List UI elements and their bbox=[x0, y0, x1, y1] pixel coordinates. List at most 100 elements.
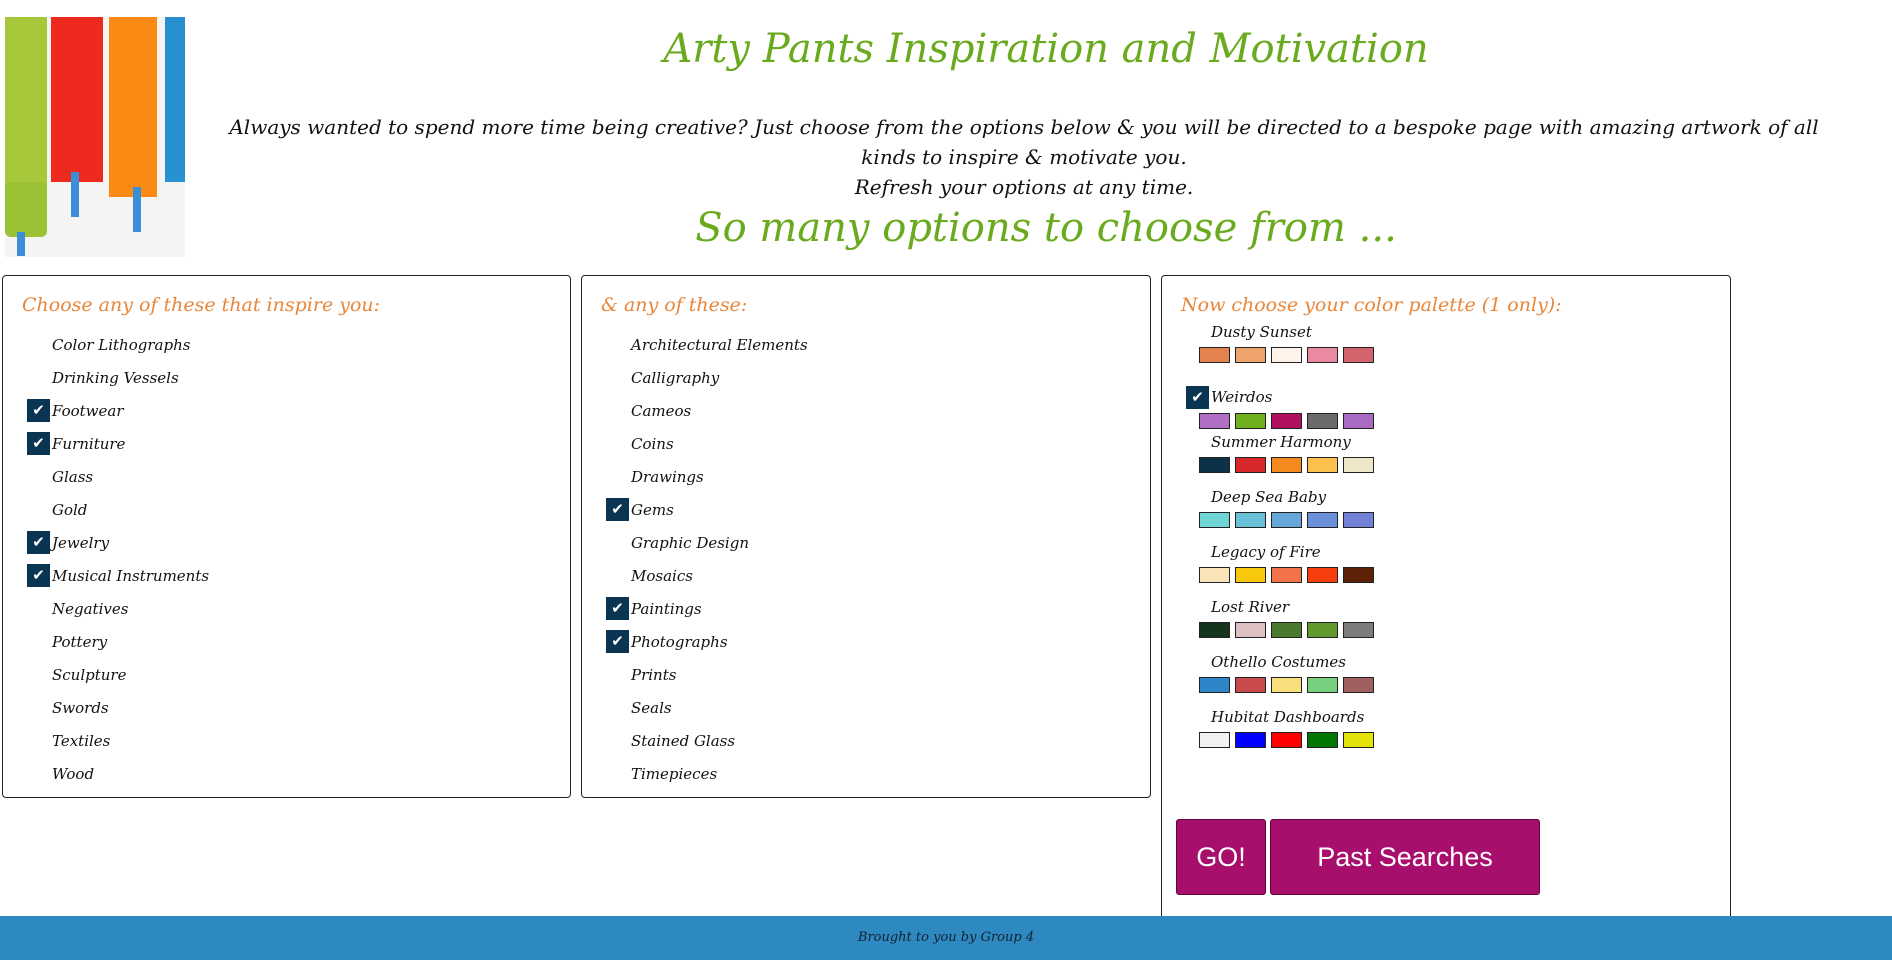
color-swatch bbox=[1199, 457, 1230, 473]
option-cameos[interactable]: Cameos bbox=[582, 399, 882, 423]
checkbox-checked-icon[interactable]: ✔ bbox=[27, 399, 50, 422]
checkbox-checked-icon[interactable]: ✔ bbox=[27, 564, 50, 587]
option-label: Sculpture bbox=[52, 666, 127, 684]
color-swatch bbox=[1307, 567, 1338, 583]
palette-lost-river[interactable]: Lost River bbox=[1162, 598, 1462, 648]
option-label: Swords bbox=[52, 699, 109, 717]
option-paintings[interactable]: ✔ Paintings bbox=[582, 597, 882, 621]
option-label: Textiles bbox=[52, 732, 111, 750]
option-stained-glass[interactable]: Stained Glass bbox=[582, 729, 882, 753]
color-swatch bbox=[1271, 512, 1302, 528]
option-prints[interactable]: Prints bbox=[582, 663, 882, 687]
option-gems[interactable]: ✔ Gems bbox=[582, 498, 882, 522]
option-label: Paintings bbox=[631, 600, 702, 618]
categories-panel-1: Choose any of these that inspire you: Co… bbox=[2, 275, 571, 798]
palette-name: Dusty Sunset bbox=[1211, 323, 1312, 341]
option-furniture[interactable]: ✔ Furniture bbox=[3, 432, 303, 456]
footer: Brought to you by Group 4 bbox=[0, 916, 1892, 960]
option-drinking-vessels[interactable]: Drinking Vessels bbox=[3, 366, 303, 390]
palette-name: Lost River bbox=[1211, 598, 1290, 616]
option-timepieces[interactable]: Timepieces bbox=[582, 762, 882, 786]
option-label: Photographs bbox=[631, 633, 728, 651]
checkbox-checked-icon[interactable]: ✔ bbox=[27, 531, 50, 554]
color-swatch bbox=[1199, 567, 1230, 583]
option-drawings[interactable]: Drawings bbox=[582, 465, 882, 489]
palette-name: Summer Harmony bbox=[1211, 433, 1351, 451]
palette-checkbox-checked-icon[interactable]: ✔ bbox=[1186, 386, 1209, 409]
paint-rollers-illustration bbox=[5, 17, 185, 257]
option-label: Architectural Elements bbox=[631, 336, 808, 354]
color-swatch bbox=[1271, 622, 1302, 638]
checkbox-checked-icon[interactable]: ✔ bbox=[606, 630, 629, 653]
option-color-lithographs[interactable]: Color Lithographs bbox=[3, 333, 303, 357]
option-wood[interactable]: Wood bbox=[3, 762, 303, 786]
palette-hubitat-dashboards[interactable]: Hubitat Dashboards bbox=[1162, 708, 1462, 758]
color-swatch bbox=[1343, 622, 1374, 638]
option-seals[interactable]: Seals bbox=[582, 696, 882, 720]
option-label: Prints bbox=[631, 666, 677, 684]
footer-text: Brought to you by Group 4 bbox=[857, 930, 1035, 945]
palette-weirdos[interactable]: ✔ Weirdos bbox=[1162, 378, 1462, 429]
checkbox-checked-icon[interactable]: ✔ bbox=[606, 597, 629, 620]
option-textiles[interactable]: Textiles bbox=[3, 729, 303, 753]
option-swords[interactable]: Swords bbox=[3, 696, 303, 720]
option-glass[interactable]: Glass bbox=[3, 465, 303, 489]
panel-3-heading: Now choose your color palette (1 only): bbox=[1181, 294, 1562, 316]
option-label: Seals bbox=[631, 699, 672, 717]
color-swatch bbox=[1199, 622, 1230, 638]
checkbox-checked-icon[interactable]: ✔ bbox=[606, 498, 629, 521]
option-footwear[interactable]: ✔ Footwear bbox=[3, 399, 303, 423]
option-coins[interactable]: Coins bbox=[582, 432, 882, 456]
option-label: Drinking Vessels bbox=[52, 369, 179, 387]
option-graphic-design[interactable]: Graphic Design bbox=[582, 531, 882, 555]
option-calligraphy[interactable]: Calligraphy bbox=[582, 366, 882, 390]
option-label: Calligraphy bbox=[631, 369, 720, 387]
past-searches-button[interactable]: Past Searches bbox=[1270, 819, 1540, 895]
color-swatch bbox=[1199, 677, 1230, 693]
color-swatch bbox=[1307, 512, 1338, 528]
palette-legacy-of-fire[interactable]: Legacy of Fire bbox=[1162, 543, 1462, 593]
option-sculpture[interactable]: Sculpture bbox=[3, 663, 303, 687]
palette-dusty-sunset[interactable]: Dusty Sunset bbox=[1162, 323, 1462, 373]
option-architectural-elements[interactable]: Architectural Elements bbox=[582, 333, 882, 357]
color-swatch bbox=[1235, 413, 1266, 429]
color-swatch bbox=[1271, 457, 1302, 473]
palette-name: Deep Sea Baby bbox=[1211, 488, 1327, 506]
go-button[interactable]: GO! bbox=[1176, 819, 1266, 895]
option-jewelry[interactable]: ✔ Jewelry bbox=[3, 531, 303, 555]
panel-1-heading: Choose any of these that inspire you: bbox=[22, 294, 381, 316]
palette-name: Hubitat Dashboards bbox=[1211, 708, 1365, 726]
option-photographs[interactable]: ✔ Photographs bbox=[582, 630, 882, 654]
option-label: Coins bbox=[631, 435, 674, 453]
page-title: Arty Pants Inspiration and Motivation bbox=[663, 26, 1429, 72]
option-musical-instruments[interactable]: ✔ Musical Instruments bbox=[3, 564, 303, 588]
palette-name: Othello Costumes bbox=[1211, 653, 1346, 671]
color-swatch bbox=[1307, 347, 1338, 363]
intro-text: Always wanted to spend more time being c… bbox=[200, 112, 1848, 202]
color-swatch bbox=[1235, 622, 1266, 638]
option-label: Stained Glass bbox=[631, 732, 736, 750]
option-gold[interactable]: Gold bbox=[3, 498, 303, 522]
option-pottery[interactable]: Pottery bbox=[3, 630, 303, 654]
color-swatch bbox=[1235, 347, 1266, 363]
option-label: Graphic Design bbox=[631, 534, 749, 552]
color-swatch bbox=[1307, 622, 1338, 638]
categories-panel-2: & any of these: Architectural Elements Ca… bbox=[581, 275, 1151, 798]
palette-othello-costumes[interactable]: Othello Costumes bbox=[1162, 653, 1462, 703]
palette-summer-harmony[interactable]: Summer Harmony bbox=[1162, 433, 1462, 483]
color-swatch bbox=[1271, 677, 1302, 693]
checkbox-checked-icon[interactable]: ✔ bbox=[27, 432, 50, 455]
option-label: Furniture bbox=[52, 435, 126, 453]
color-swatch bbox=[1343, 413, 1374, 429]
option-mosaics[interactable]: Mosaics bbox=[582, 564, 882, 588]
intro-line-1: Always wanted to spend more time being c… bbox=[229, 115, 1819, 169]
option-negatives[interactable]: Negatives bbox=[3, 597, 303, 621]
intro-line-2: Refresh your options at any time. bbox=[854, 175, 1194, 199]
palette-deep-sea-baby[interactable]: Deep Sea Baby bbox=[1162, 488, 1462, 538]
panel-2-heading: & any of these: bbox=[601, 294, 748, 316]
option-label: Musical Instruments bbox=[52, 567, 210, 585]
option-label: Cameos bbox=[631, 402, 692, 420]
color-swatch bbox=[1199, 512, 1230, 528]
option-label: Mosaics bbox=[631, 567, 693, 585]
palette-name: Weirdos bbox=[1211, 388, 1273, 406]
